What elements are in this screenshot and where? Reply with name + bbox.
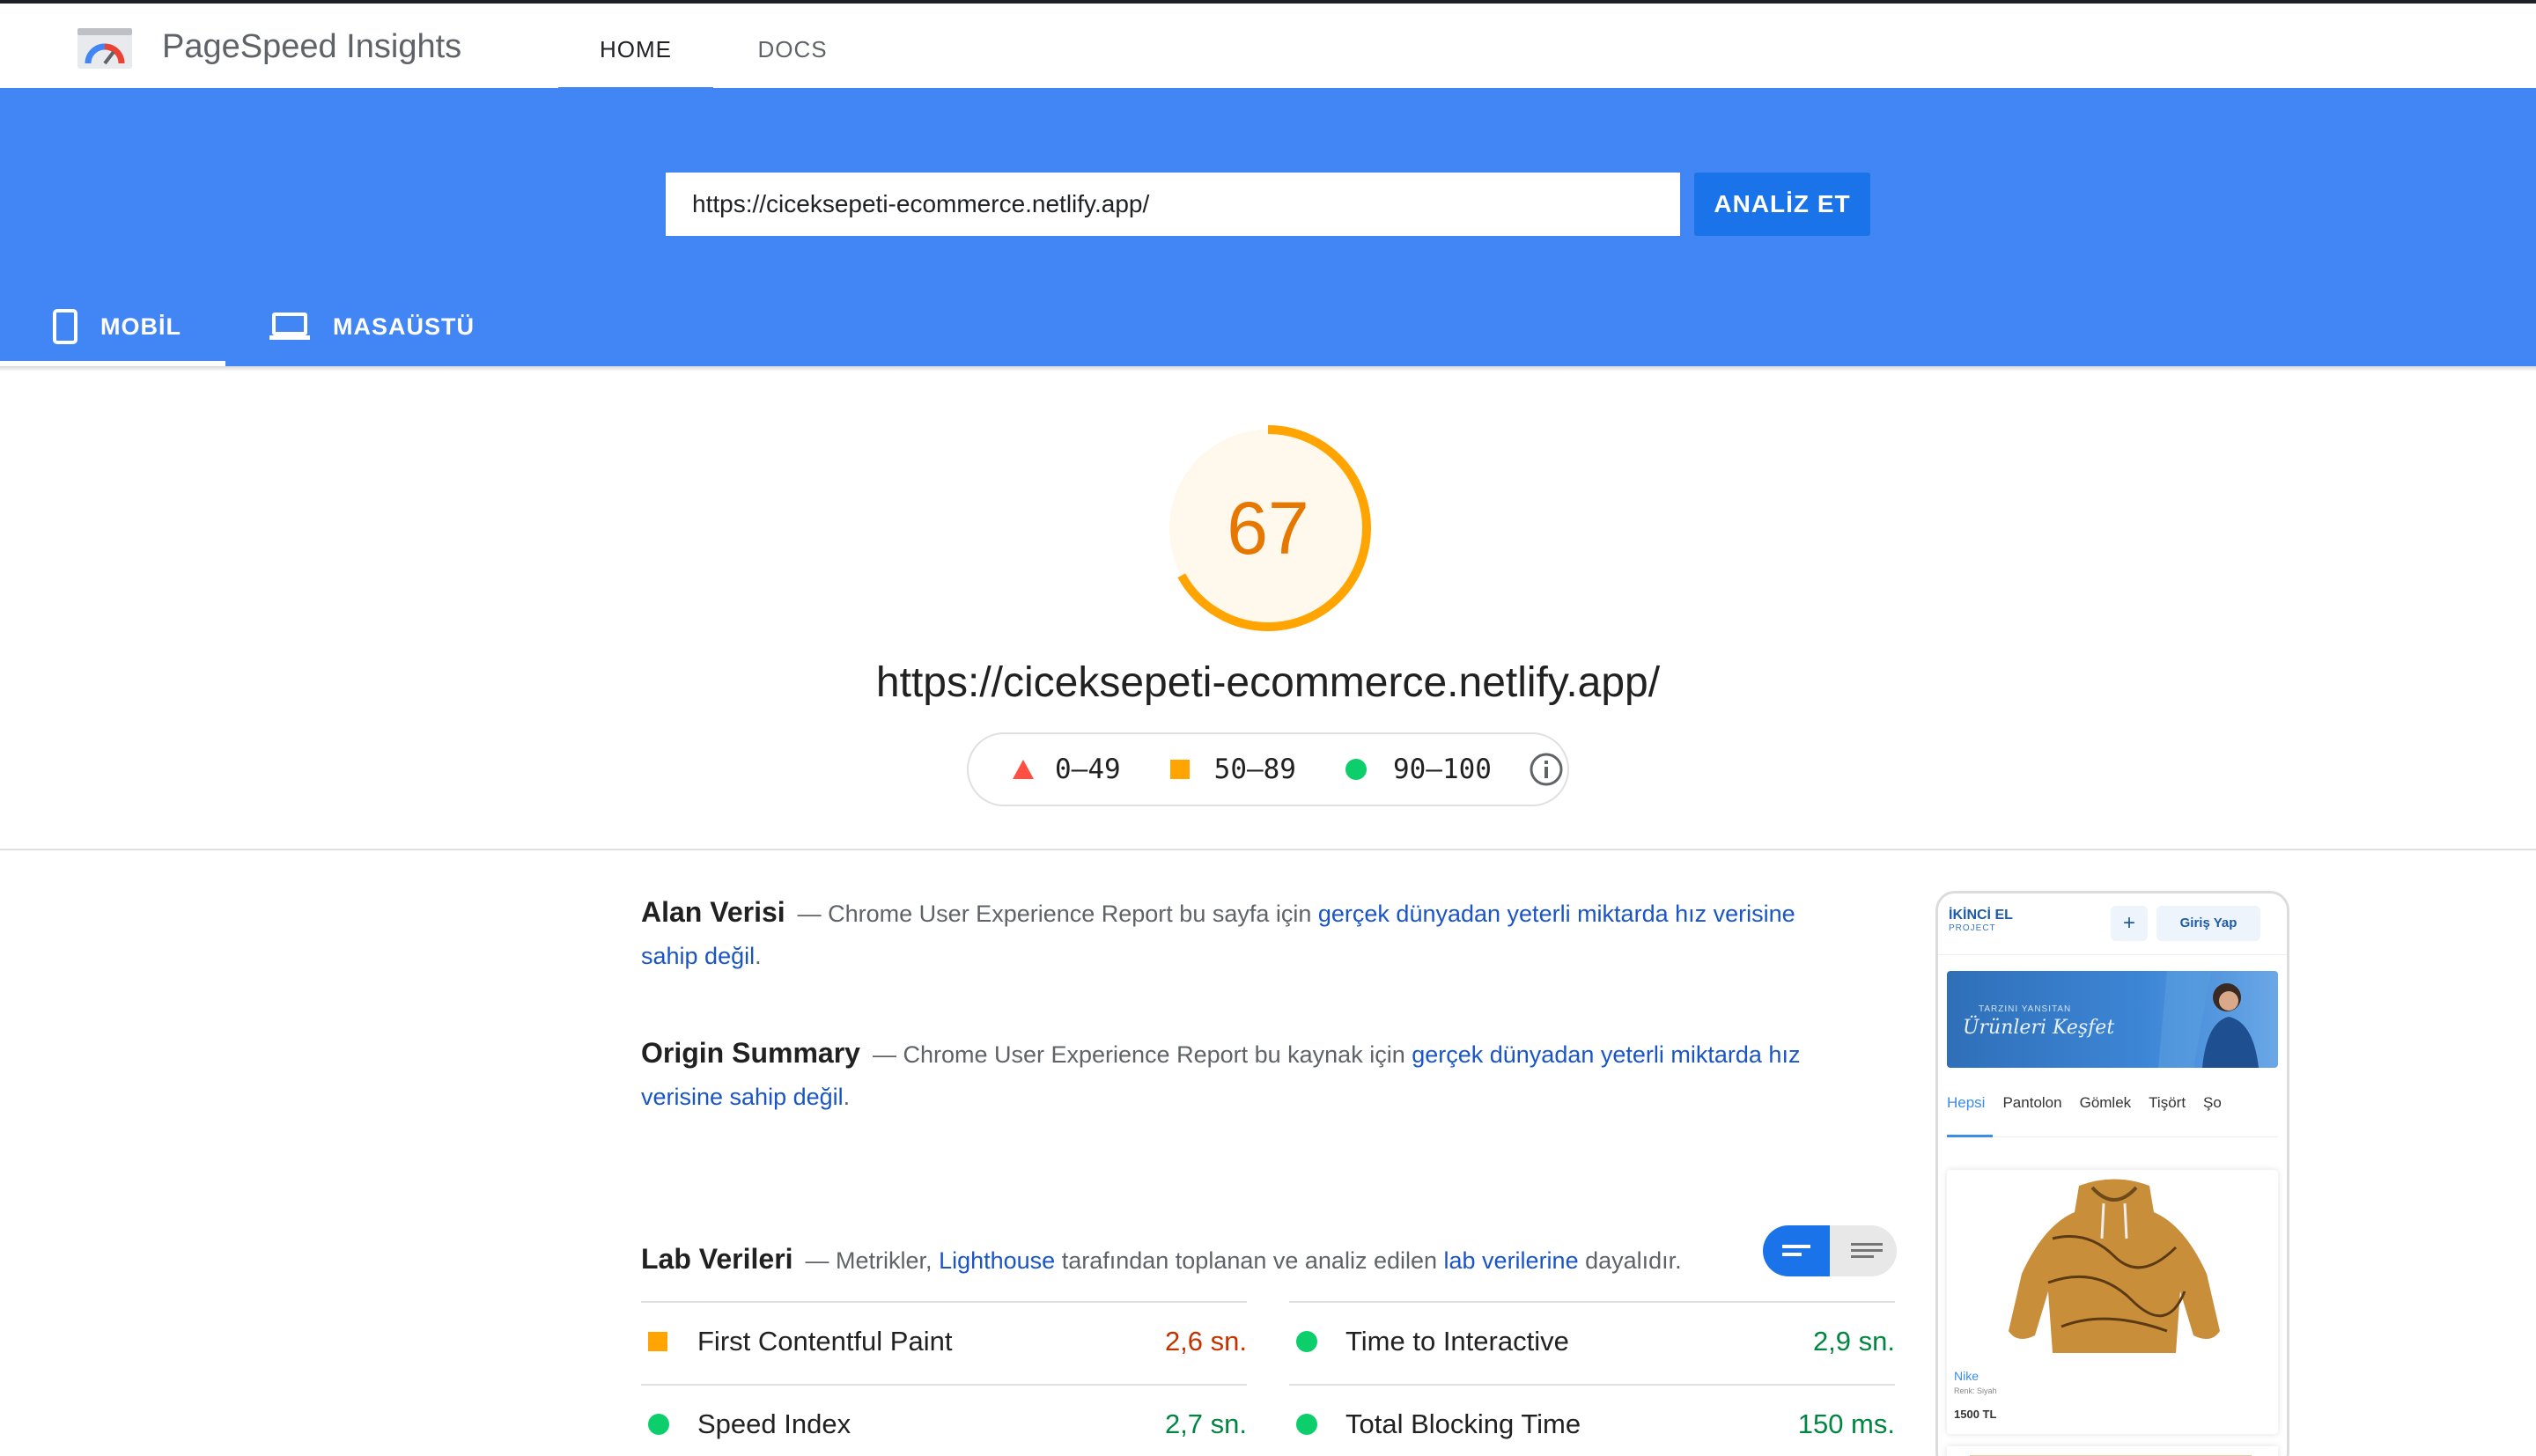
product-description: Renk: Siyah [1954,1386,1997,1395]
legend-fail: 0–49 [1013,754,1121,785]
product-hoodie-image [2009,1179,2220,1353]
metric-value: 2,7 sn. [1164,1408,1247,1439]
legend-average: 50–89 [1169,754,1296,785]
thumbnail-category-tabs: Hepsi Pantolon Gömlek Tişört Şo [1947,1094,2287,1112]
legend-pass: 90–100 [1345,754,1492,785]
metric-label: Speed Index [697,1408,851,1439]
thumbnail-banner: TARZINI YANSITAN Ürünleri Keşfet [1947,971,2278,1068]
compact-list-icon [1782,1245,1810,1256]
lab-data-text-middle: tarafından toplanan ve analiz edilen [1055,1247,1444,1274]
origin-summary-suffix: . [843,1084,851,1110]
performance-score: 67 [1227,487,1309,570]
category-tab: Pantolon [2002,1094,2062,1111]
compact-view-button[interactable] [1763,1225,1832,1276]
nav-tab-docs[interactable]: DOCS [731,7,854,92]
circle-icon [1296,1331,1317,1352]
section-divider [0,849,2536,850]
field-data-suffix: . [755,943,762,969]
panel-shadow [0,366,2536,371]
circle-icon [648,1414,669,1435]
thumbnail-plus-button: + [2111,906,2148,941]
pagespeed-logo-icon[interactable] [77,23,132,70]
metric-first-contentful-paint: First Contentful Paint 2,6 sn. [641,1301,1247,1382]
product-brand: Nike [1954,1369,1979,1383]
category-divider [1947,1136,2278,1137]
thumbnail-logo: İKİNCİ EL PROJECT [1949,908,2013,933]
field-data-text: — Chrome User Experience Report bu sayfa… [797,901,1318,927]
tab-desktop[interactable]: MASAÜSTÜ [269,287,481,366]
origin-summary-heading: Origin Summary [641,1037,860,1069]
banner-title: Ürünleri Keşfet [1963,1017,2115,1039]
square-icon [1169,760,1190,779]
category-active-indicator [1947,1135,1993,1137]
info-icon[interactable] [1529,752,1564,787]
thumbnail-logo-sub: PROJECT [1949,923,1996,933]
thumbnail-logo-text: İKİNCİ EL [1949,908,2013,923]
smartphone-icon [53,309,77,344]
lab-data-suffix: dayalıdır. [1578,1247,1682,1274]
category-tab: Tişört [2149,1094,2186,1111]
legend-fail-range: 0–49 [1055,754,1121,785]
category-tab: Gömlek [2079,1094,2132,1111]
thumbnail-product-card [1947,1446,2278,1456]
field-data-section: Alan Verisi — Chrome User Experience Repo… [641,891,1821,977]
product-price: 1500 TL [1954,1408,1997,1421]
legend-pass-range: 90–100 [1392,754,1492,785]
tested-url: https://ciceksepeti-ecommerce.netlify.ap… [875,659,1661,706]
triangle-icon [1013,760,1034,779]
metric-time-to-interactive: Time to Interactive 2,9 sn. [1289,1301,1895,1382]
thumbnail-login-button: Giriş Yap [2156,906,2260,941]
lab-data-text: — Metrikler, [805,1247,940,1274]
laptop-icon [269,313,310,341]
nav-tab-home[interactable]: HOME [558,7,713,92]
top-header: PageSpeed Insights HOME DOCS [0,4,2536,92]
expanded-list-icon [1851,1243,1883,1258]
banner-small-text: TARZINI YANSITAN [1979,1004,2072,1014]
app-title[interactable]: PageSpeed Insights [162,23,461,70]
circle-icon [1345,759,1367,780]
metric-value: 2,9 sn. [1812,1326,1895,1357]
square-icon [648,1332,667,1351]
metric-label: Time to Interactive [1345,1326,1569,1357]
metric-label: Total Blocking Time [1345,1408,1581,1439]
thumbnail-product-card: Nike Renk: Siyah 1500 TL [1947,1170,2278,1434]
metric-view-toggle[interactable] [1763,1225,1897,1276]
metric-value: 2,6 sn. [1164,1326,1247,1357]
metric-speed-index: Speed Index 2,7 sn. [641,1384,1247,1456]
url-input[interactable] [666,173,1680,236]
legend-average-range: 50–89 [1213,754,1296,785]
field-data-heading: Alan Verisi [641,896,785,928]
tab-desktop-label: MASAÜSTÜ [333,313,475,340]
banner-model-image [2158,971,2259,1068]
analyze-button[interactable]: ANALİZ ET [1694,173,1870,236]
page-screenshot-thumbnail: İKİNCİ EL PROJECT + Giriş Yap TARZINI YAN… [1935,891,2289,1456]
lighthouse-link[interactable]: Lighthouse [939,1247,1055,1274]
lab-data-link[interactable]: lab verilerine [1444,1247,1579,1274]
thumbnail-header: İKİNCİ EL PROJECT + Giriş Yap [1938,893,2287,955]
lab-data-section: Lab Verileri — Metrikler, Lighthouse tara… [641,1238,1733,1282]
tab-mobile-label: MOBİL [100,313,181,340]
tab-mobile[interactable]: MOBİL [0,287,225,366]
category-tab: Hepsi [1947,1094,1986,1111]
lab-data-heading: Lab Verileri [641,1243,793,1275]
performance-score-gauge: 67 [1162,423,1374,634]
metric-value: 150 ms. [1797,1408,1895,1439]
origin-summary-section: Origin Summary — Chrome User Experience R… [641,1032,1812,1118]
score-legend: 0–49 50–89 90–100 [967,732,1569,806]
expanded-view-button[interactable] [1830,1225,1897,1276]
origin-summary-text: — Chrome User Experience Report bu kayna… [872,1041,1412,1068]
metric-total-blocking-time: Total Blocking Time 150 ms. [1289,1384,1895,1456]
circle-icon [1296,1414,1317,1435]
metric-label: First Contentful Paint [697,1326,953,1357]
url-analysis-panel: ANALİZ ET MOBİL MASAÜSTÜ [0,88,2536,366]
category-tab: Şo [2203,1094,2222,1111]
